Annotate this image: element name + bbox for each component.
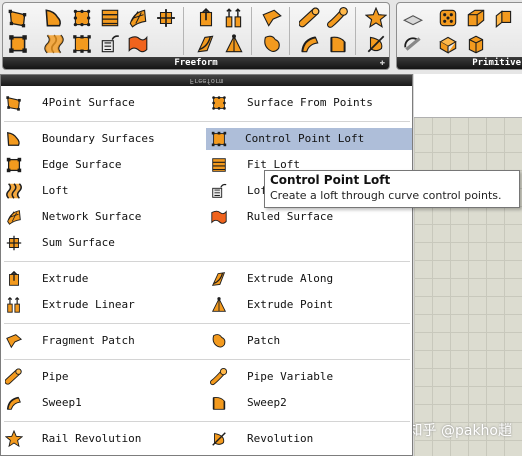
dropdown-header[interactable]: Freeform bbox=[1, 75, 412, 86]
extrude-icon bbox=[9, 270, 19, 286]
pin-icon[interactable]: ✚ bbox=[380, 57, 385, 69]
menu-item-boundary-surfaces[interactable]: Boundary Surfaces bbox=[1, 128, 201, 150]
loft-icon[interactable] bbox=[43, 33, 65, 55]
box-icon[interactable] bbox=[465, 7, 487, 29]
patch-icon bbox=[212, 334, 226, 348]
fragment-patch-icon bbox=[6, 334, 23, 349]
menu-item-network-surface[interactable]: Network Surface bbox=[1, 206, 201, 228]
sweep1-icon bbox=[6, 396, 21, 410]
extrude-along-icon[interactable] bbox=[195, 33, 217, 55]
prism-icon[interactable] bbox=[465, 33, 487, 55]
control-point-loft-icon[interactable] bbox=[71, 33, 93, 55]
rail-revolution-icon[interactable] bbox=[365, 7, 387, 29]
revolution-icon bbox=[212, 432, 226, 446]
boundary-surfaces-icon[interactable] bbox=[43, 7, 65, 29]
edge-surface-icon[interactable] bbox=[7, 33, 29, 55]
loft-icon bbox=[6, 183, 22, 199]
extrude-along-icon bbox=[211, 272, 226, 286]
extrude-point-icon[interactable] bbox=[223, 33, 245, 55]
sphere-icon[interactable] bbox=[437, 7, 459, 29]
menu-item-revolution[interactable]: Revolution bbox=[206, 428, 406, 450]
4point-surface-icon bbox=[6, 96, 21, 111]
tooltip: Control Point Loft Create a loft through… bbox=[264, 170, 520, 208]
menu-item-extrude-linear[interactable]: Extrude Linear bbox=[1, 294, 201, 316]
menu-separator bbox=[4, 359, 410, 360]
ruled-surface-icon[interactable] bbox=[127, 33, 149, 55]
pipe-icon bbox=[5, 368, 22, 385]
4point-surface-icon[interactable] bbox=[7, 7, 29, 29]
loft-options-icon[interactable] bbox=[99, 33, 121, 55]
surface-from-points-icon bbox=[212, 96, 226, 110]
fit-loft-icon bbox=[212, 158, 226, 172]
menu-item-edge-surface[interactable]: Edge Surface bbox=[1, 154, 201, 176]
network-surface-icon bbox=[7, 210, 21, 225]
network-surface-icon[interactable] bbox=[127, 7, 149, 29]
watermark-text: 知乎 @pakho趙 bbox=[408, 423, 512, 439]
extrude-linear-icon bbox=[7, 296, 20, 313]
cylinder-icon[interactable] bbox=[493, 7, 515, 29]
sum-surface-icon[interactable] bbox=[155, 7, 177, 29]
menu-separator bbox=[4, 323, 410, 324]
patch-icon[interactable] bbox=[261, 33, 283, 55]
pipe-variable-icon[interactable] bbox=[327, 7, 349, 29]
menu-item-extrude-point[interactable]: Extrude Point bbox=[206, 294, 406, 316]
extrude-point-icon bbox=[211, 297, 227, 312]
surface-from-points-icon[interactable] bbox=[71, 7, 93, 29]
sum-surface-icon bbox=[6, 235, 22, 251]
control-point-loft-icon bbox=[211, 131, 227, 147]
primitive-panel: Primitive bbox=[396, 2, 522, 70]
menu-item-fragment-patch[interactable]: Fragment Patch bbox=[1, 330, 201, 352]
menu-item-sweep1[interactable]: Sweep1 bbox=[1, 392, 201, 414]
canvas-area[interactable] bbox=[414, 74, 522, 456]
menu-item-ruled-surface[interactable]: Ruled Surface bbox=[206, 206, 406, 228]
menu-item-patch[interactable]: Patch bbox=[206, 330, 406, 352]
pipe-variable-icon bbox=[210, 368, 228, 386]
menu-item-surface-from-points[interactable]: Surface From Points bbox=[206, 92, 406, 114]
tooltip-title: Control Point Loft bbox=[270, 173, 391, 187]
menu-item-loft[interactable]: Loft bbox=[1, 180, 201, 202]
tooltip-description: Create a loft through curve control poin… bbox=[270, 189, 502, 202]
menu-item-sum-surface[interactable]: Sum Surface bbox=[1, 232, 201, 254]
boundary-surfaces-icon bbox=[7, 131, 20, 146]
loft-options-icon bbox=[212, 183, 227, 198]
menu-item-pipe-variable[interactable]: Pipe Variable bbox=[206, 366, 406, 388]
sweep2-icon bbox=[212, 397, 226, 410]
primitive-panel-title[interactable]: Primitive bbox=[397, 57, 522, 69]
ruled-surface-icon bbox=[211, 210, 227, 224]
freeform-dropdown-menu: Freeform 4Point Surface Surface From Poi… bbox=[0, 74, 413, 456]
ribbon-toolbar: Freeform ✚ Primitive bbox=[0, 0, 522, 74]
menu-separator bbox=[4, 421, 410, 422]
menu-item-control-point-loft[interactable]: Control Point Loft bbox=[206, 128, 412, 150]
freeform-panel: Freeform ✚ bbox=[2, 2, 390, 70]
extrude-icon[interactable] bbox=[195, 7, 217, 29]
box-2pt-icon[interactable] bbox=[437, 33, 459, 55]
menu-separator bbox=[4, 121, 410, 122]
canvas-header bbox=[414, 74, 522, 118]
edge-surface-icon bbox=[6, 157, 22, 173]
freeform-panel-title[interactable]: Freeform ✚ bbox=[3, 57, 389, 69]
sweep2-icon[interactable] bbox=[327, 33, 349, 55]
pipe-icon[interactable] bbox=[299, 7, 321, 29]
menu-separator bbox=[4, 261, 410, 262]
extrude-linear-icon[interactable] bbox=[223, 7, 245, 29]
rail-revolution-icon bbox=[5, 430, 23, 448]
menu-item-rail-revolution[interactable]: Rail Revolution bbox=[1, 428, 201, 450]
plane-icon[interactable] bbox=[402, 7, 424, 29]
fragment-patch-icon[interactable] bbox=[261, 7, 283, 29]
menu-item-pipe[interactable]: Pipe bbox=[1, 366, 201, 388]
center-box-icon[interactable] bbox=[402, 33, 424, 55]
sweep1-icon[interactable] bbox=[299, 33, 321, 55]
menu-item-sweep2[interactable]: Sweep2 bbox=[206, 392, 406, 414]
revolution-icon[interactable] bbox=[365, 33, 387, 55]
menu-item-extrude-along[interactable]: Extrude Along bbox=[206, 268, 406, 290]
menu-item-4point-surface[interactable]: 4Point Surface bbox=[1, 92, 201, 114]
menu-item-extrude[interactable]: Extrude bbox=[1, 268, 201, 290]
fit-loft-icon[interactable] bbox=[99, 7, 121, 29]
